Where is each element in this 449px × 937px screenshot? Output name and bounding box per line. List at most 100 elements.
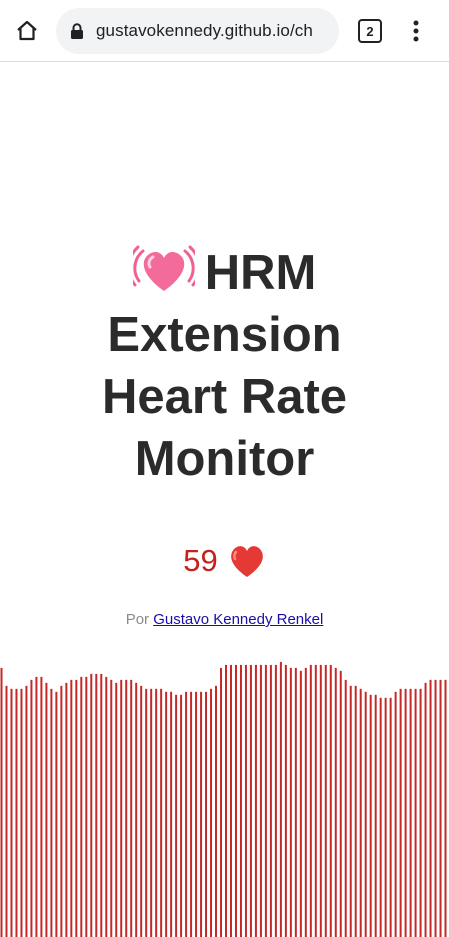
chart-bar: [384, 697, 387, 937]
chart-bar: [394, 691, 397, 937]
chart-bar: [374, 694, 377, 937]
chart-bar: [20, 688, 23, 937]
chart-bar: [185, 691, 188, 937]
home-button[interactable]: [10, 14, 44, 48]
chart-bar: [424, 682, 427, 937]
chart-bar: [399, 688, 402, 937]
chart-bar: [190, 691, 193, 937]
tab-switcher-button[interactable]: 2: [358, 19, 382, 43]
chart-bar: [170, 691, 173, 937]
chart-bar: [120, 679, 123, 937]
title-text-1: HRM: [204, 246, 317, 300]
chart-bar: [409, 688, 412, 937]
more-menu-button[interactable]: [402, 16, 430, 46]
chart-bar: [359, 688, 362, 937]
author-credit: Por Gustavo Kennedy Renkel: [0, 611, 449, 628]
tab-count: 2: [366, 23, 374, 39]
chart-bar: [234, 664, 237, 937]
chart-bar: [269, 664, 272, 937]
chart-bar: [35, 676, 38, 937]
chart-bar: [80, 676, 83, 937]
chart-bar: [180, 694, 183, 937]
chart-bar: [334, 667, 337, 937]
chart-bar: [259, 664, 262, 937]
chart-bar: [304, 667, 307, 937]
chart-bar: [379, 697, 382, 937]
chart-bar: [165, 691, 168, 937]
chart-bar: [145, 688, 148, 937]
chart-bar: [160, 688, 163, 937]
chart-bar: [244, 664, 247, 937]
chart-bar: [55, 691, 58, 937]
chart-bar: [155, 688, 158, 937]
heart-rate-chart: [0, 661, 447, 937]
chart-bar: [279, 661, 282, 937]
chart-bar: [329, 664, 332, 937]
chart-bar: [434, 679, 437, 937]
chart-bar: [239, 664, 242, 937]
chart-bar: [15, 688, 18, 937]
chart-bar: [354, 685, 357, 937]
chart-bar: [95, 673, 98, 937]
chart-bar: [125, 679, 128, 937]
chart-bar: [444, 679, 447, 937]
chart-bar: [140, 685, 143, 937]
chart-bar: [220, 667, 223, 937]
chart-bar: [5, 685, 8, 937]
chart-bar: [314, 664, 317, 937]
chart-bar: [249, 664, 252, 937]
chart-bar: [150, 688, 153, 937]
chart-bar: [65, 682, 68, 937]
chart-bar: [100, 673, 103, 937]
chart-bar: [25, 685, 28, 937]
chart-bar: [349, 685, 352, 937]
chart-bar: [210, 688, 213, 937]
bpm-value: 59: [183, 543, 218, 578]
chart-bar: [369, 694, 372, 937]
chart-bar: [264, 664, 267, 937]
title-line-4: Monitor: [134, 432, 315, 486]
chart-bar: [205, 691, 208, 937]
title-line-2: Extension: [107, 308, 342, 362]
chart-bar: [70, 679, 73, 937]
chart-bar: [319, 664, 322, 937]
chart-bar: [225, 664, 227, 937]
chart-bar: [389, 697, 392, 937]
bpm-display: 59: [0, 543, 449, 579]
chart-bar: [200, 691, 203, 937]
chart-bar: [414, 688, 417, 937]
chart-bar: [254, 664, 257, 937]
lock-icon: [71, 23, 83, 39]
chart-bar: [274, 664, 277, 937]
chart-bar: [50, 688, 53, 937]
chart-bar: [429, 679, 432, 937]
title-line-3: Heart Rate: [101, 370, 348, 424]
chart-bar: [60, 685, 63, 937]
author-prefix: Por: [125, 611, 150, 628]
url-text: gustavokennedy.github.io/ch: [96, 21, 313, 40]
chart-bar: [175, 694, 178, 937]
chart-bar: [30, 679, 33, 937]
red-heart-icon: [230, 546, 263, 577]
more-vert-icon: [413, 20, 419, 42]
chart-bar: [419, 688, 422, 937]
address-bar[interactable]: gustavokennedy.github.io/ch: [56, 8, 339, 54]
author-link[interactable]: Gustavo Kennedy Renkel: [153, 611, 323, 628]
chart-bar: [85, 676, 88, 937]
chart-bar: [10, 688, 13, 937]
chart-bar: [289, 667, 292, 937]
chart-bar: [135, 682, 138, 937]
chart-bar: [45, 682, 48, 937]
chart-bar: [229, 664, 232, 937]
chart-bar: [364, 691, 367, 937]
page-content: HRM Extension Heart Rate Monitor 59 Por …: [0, 63, 449, 937]
chart-bar: [105, 676, 108, 937]
page-title: HRM Extension Heart Rate Monitor: [0, 237, 449, 490]
chart-bar: [215, 685, 218, 937]
chart-bar: [344, 679, 347, 937]
chart-bar: [0, 667, 3, 937]
chart-bar: [90, 673, 93, 937]
chart-bar: [439, 679, 442, 937]
home-icon: [17, 20, 37, 41]
chart-bar: [284, 664, 287, 937]
